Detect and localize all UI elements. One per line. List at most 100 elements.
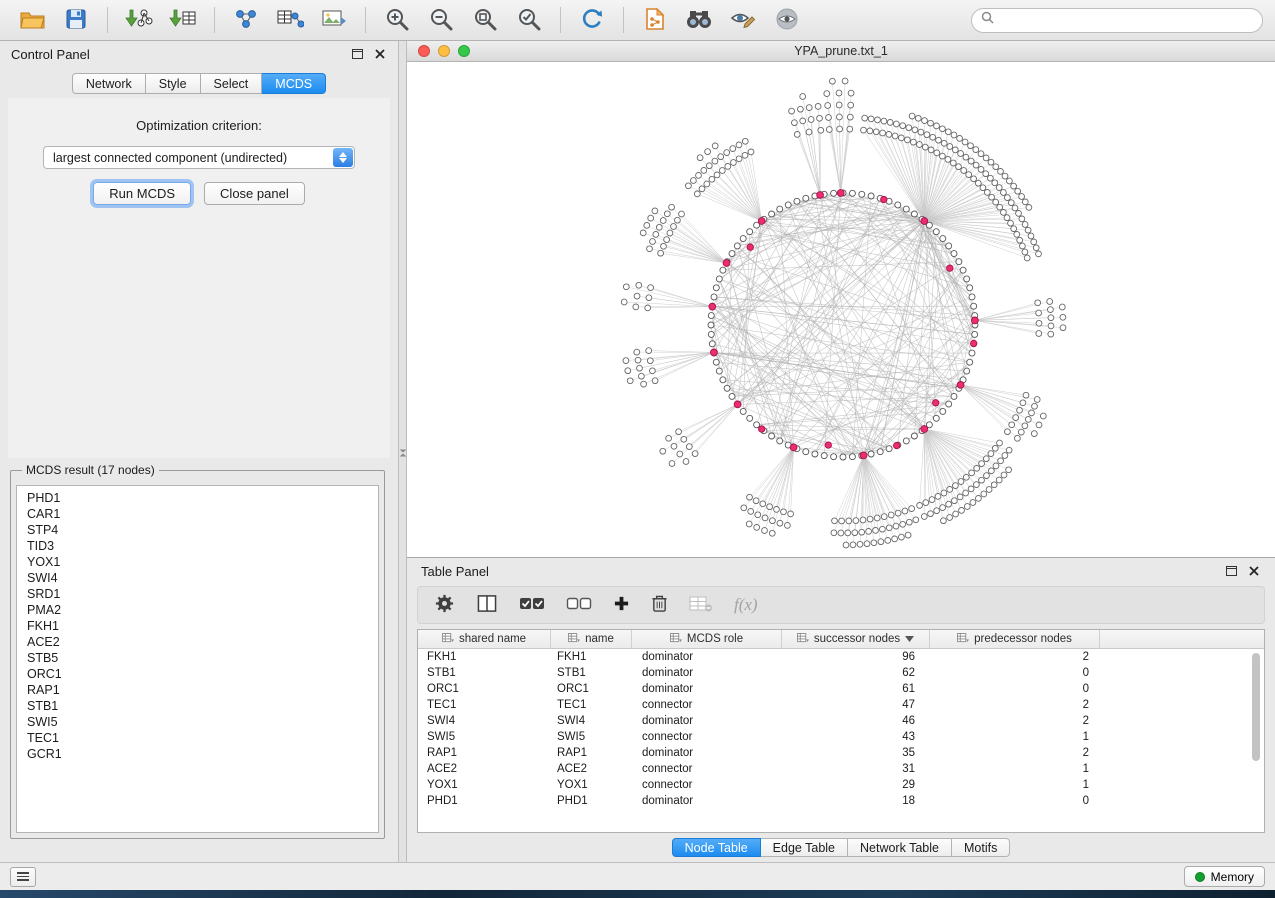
search-icon [981,11,994,29]
column-header-predecessor-nodes[interactable]: predecessor nodes [930,630,1100,648]
run-mcds-button[interactable]: Run MCDS [93,182,191,205]
tab-select[interactable]: Select [201,73,263,94]
tab-mcds[interactable]: MCDS [262,73,326,94]
tab-edge-table[interactable]: Edge Table [761,838,848,857]
cell-shared-name: ACE2 [418,763,551,775]
import-network-button[interactable] [119,3,159,37]
find-button[interactable] [679,3,719,37]
network-canvas[interactable] [407,62,1275,557]
mcds-result-item[interactable]: STB1 [27,698,368,714]
mcds-result-item[interactable]: ORC1 [27,666,368,682]
table-row[interactable]: SWI5SWI5connector431 [418,729,1264,745]
mcds-result-item[interactable]: YOX1 [27,554,368,570]
new-network-button[interactable] [226,3,266,37]
apply-layout-button[interactable] [572,3,612,37]
table-row[interactable]: SWI4SWI4dominator462 [418,713,1264,729]
share-document-button[interactable] [635,3,675,37]
float-table-panel-button[interactable] [1224,564,1238,578]
tab-style[interactable]: Style [146,73,201,94]
tab-motifs[interactable]: Motifs [952,838,1010,857]
search-input[interactable] [1000,13,1253,27]
open-session-button[interactable] [12,3,52,37]
mcds-result-item[interactable]: STP4 [27,522,368,538]
optimization-criterion-select[interactable]: largest connected component (undirected) [43,146,355,169]
show-columns-button[interactable] [476,590,498,620]
table-row[interactable]: STB1STB1dominator620 [418,665,1264,681]
table-panel: Table Panel f(x) shared name n [407,558,1275,862]
mcds-result-item[interactable]: SWI5 [27,714,368,730]
splitter-arrows-icon[interactable] [400,446,406,465]
mcds-result-item[interactable]: STB5 [27,650,368,666]
export-image-button[interactable] [314,3,354,37]
table-row[interactable]: TEC1TEC1connector472 [418,697,1264,713]
toolbar-search[interactable] [971,8,1263,33]
mcds-result-item[interactable]: GCR1 [27,746,368,762]
mcds-result-list[interactable]: PHD1 CAR1 STP4 TID3 YOX1 SWI4 SRD1 PMA2 … [16,485,379,833]
mcds-result-item[interactable]: SRD1 [27,586,368,602]
table-row[interactable]: PHD1PHD1dominator180 [418,793,1264,809]
column-label: MCDS role [687,633,743,645]
table-settings-button[interactable] [434,590,455,620]
memory-button[interactable]: Memory [1184,866,1265,887]
mcds-result-item[interactable]: RAP1 [27,682,368,698]
mcds-result-item[interactable]: SWI4 [27,570,368,586]
tab-node-table[interactable]: Node Table [672,838,761,857]
mcds-result-item[interactable]: FKH1 [27,618,368,634]
save-session-button[interactable] [56,3,96,37]
zoom-out-button[interactable] [421,3,461,37]
status-menu-button[interactable] [10,867,36,887]
mcds-result-item[interactable]: PMA2 [27,602,368,618]
cell-name: RAP1 [551,747,632,759]
zoom-fit-button[interactable] [465,3,505,37]
optimization-criterion-label: Optimization criterion: [8,118,390,133]
table-row[interactable]: ORC1ORC1dominator610 [418,681,1264,697]
table-scrollbar[interactable] [1252,651,1262,829]
column-header-successor-nodes[interactable]: successor nodes [782,630,930,648]
table-row[interactable]: FKH1FKH1dominator962 [418,649,1264,665]
column-header-shared-name[interactable]: shared name [418,630,551,648]
mcds-result-item[interactable]: CAR1 [27,506,368,522]
mcds-result-item[interactable]: TID3 [27,538,368,554]
add-column-button[interactable] [613,590,630,620]
table-row[interactable]: YOX1YOX1connector291 [418,777,1264,793]
node-table[interactable]: shared name name MCDS role successor nod… [417,629,1265,833]
function-builder-button[interactable]: f(x) [734,590,758,620]
float-panel-button[interactable] [350,47,364,61]
panel-splitter[interactable] [399,41,407,862]
close-panel-icon-button[interactable] [373,47,387,61]
cell-successor-nodes: 29 [782,779,930,791]
column-header-mcds-role[interactable]: MCDS role [632,630,782,648]
maximize-window-button[interactable] [458,45,470,57]
column-grid-icon [670,633,682,646]
select-all-rows-button[interactable] [519,590,545,620]
cell-shared-name: FKH1 [418,651,551,663]
close-panel-button[interactable]: Close panel [204,182,305,205]
column-header-name[interactable]: name [551,630,632,648]
zoom-selected-button[interactable] [509,3,549,37]
network-graph[interactable] [407,62,1275,558]
import-table-button[interactable] [163,3,203,37]
annotation-button[interactable] [723,3,763,37]
close-table-panel-button[interactable] [1247,564,1261,578]
mcds-result-item[interactable]: TEC1 [27,730,368,746]
table-row[interactable]: RAP1RAP1dominator352 [418,745,1264,761]
minimize-window-button[interactable] [438,45,450,57]
zoom-fit-icon [472,6,498,35]
network-titlebar[interactable]: YPA_prune.txt_1 [407,41,1275,62]
zoom-in-button[interactable] [377,3,417,37]
deselect-all-rows-button[interactable] [566,590,592,620]
delete-column-button[interactable] [651,590,668,620]
close-window-button[interactable] [418,45,430,57]
table-row[interactable]: ACE2ACE2connector311 [418,761,1264,777]
cell-successor-nodes: 43 [782,731,930,743]
right-column: YPA_prune.txt_1 Table Panel [407,41,1275,862]
tab-network[interactable]: Network [72,73,146,94]
scrollbar-thumb[interactable] [1252,653,1260,761]
mcds-result-item[interactable]: PHD1 [27,490,368,506]
network-from-table-button[interactable] [270,3,310,37]
criterion-selected-value: largest connected component (undirected) [53,151,287,165]
cell-predecessor-nodes: 2 [930,699,1100,711]
mcds-result-item[interactable]: ACE2 [27,634,368,650]
show-graphics-button[interactable] [767,3,807,37]
tab-network-table[interactable]: Network Table [848,838,952,857]
